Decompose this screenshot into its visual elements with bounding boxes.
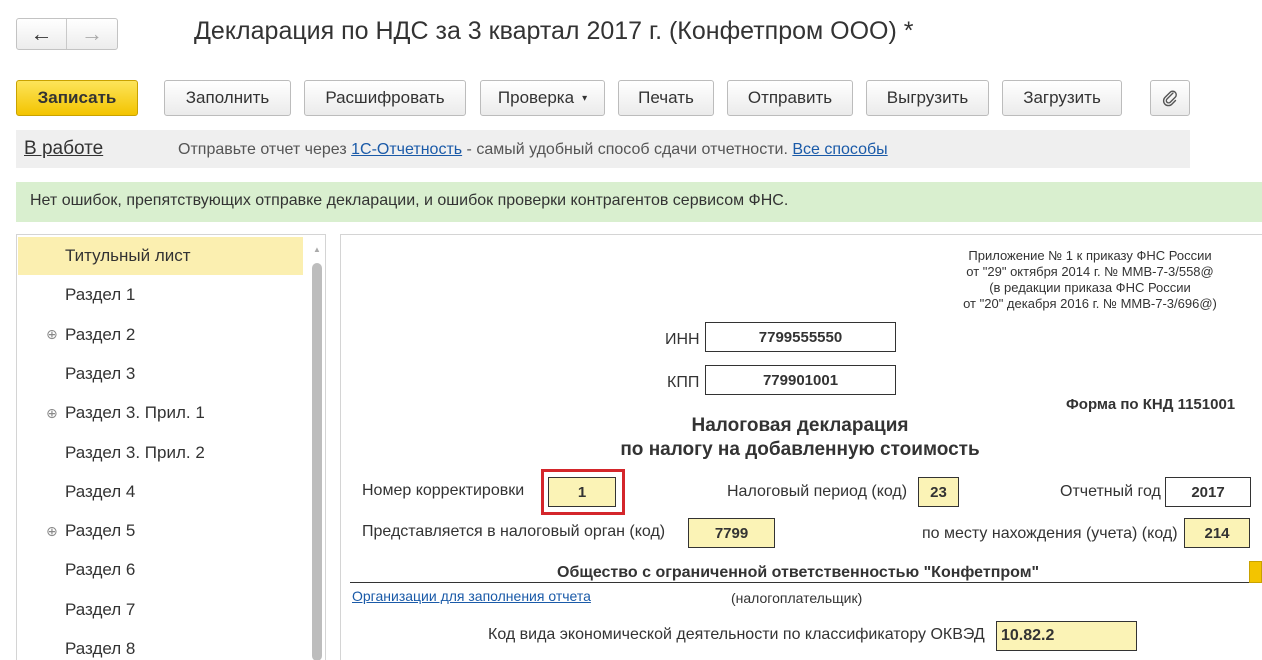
back-arrow-icon[interactable]: ← — [17, 19, 67, 49]
section-item[interactable]: ⊕ Раздел 5 — [18, 512, 303, 550]
attach-button[interactable] — [1150, 80, 1190, 116]
organizations-link[interactable]: Организации для заполнения отчета — [352, 588, 591, 604]
field-marker — [1249, 561, 1262, 583]
okved-label: Код вида экономической деятельности по к… — [488, 626, 985, 643]
section-item-label: Раздел 3. Прил. 1 — [65, 403, 205, 423]
expand-plus-icon[interactable]: ⊕ — [46, 405, 58, 422]
info-message: Нет ошибок, препятствующих отправке декл… — [30, 192, 789, 209]
save-button[interactable]: Записать — [16, 80, 138, 116]
tax-authority-label: Представляется в налоговый орган (код) — [362, 523, 666, 540]
scroll-up-icon[interactable]: ▲ — [313, 245, 321, 254]
section-item[interactable]: Раздел 3. Прил. 2 — [18, 434, 303, 472]
section-item-label: Раздел 2 — [65, 324, 136, 344]
taxpayer-label: (налогоплательщик) — [731, 590, 863, 606]
inn-label: ИНН — [665, 331, 700, 348]
org-name-underline — [350, 582, 1250, 583]
section-item[interactable]: ⊕ Раздел 2 — [18, 316, 303, 354]
export-button[interactable]: Выгрузить — [866, 80, 989, 116]
kpp-field[interactable]: 779901001 — [705, 365, 896, 395]
status-message-prefix: Отправьте отчет через — [178, 141, 352, 158]
section-item-label: Раздел 4 — [65, 481, 136, 501]
form-knd-code: Форма по КНД 1151001 — [1066, 396, 1236, 413]
all-methods-link[interactable]: Все способы — [792, 141, 887, 158]
check-button-label: Проверка — [497, 88, 575, 107]
correction-field[interactable]: 1 — [548, 477, 616, 507]
inn-field[interactable]: 7799555550 — [705, 322, 896, 352]
section-item[interactable]: Раздел 7 — [18, 591, 303, 629]
section-item[interactable]: Раздел 6 — [18, 551, 303, 589]
service-link[interactable]: 1С-Отчетность — [351, 141, 462, 158]
tax-period-field[interactable]: 23 — [918, 477, 959, 507]
forward-arrow-icon[interactable]: → — [67, 19, 117, 49]
sections-list: Титульный лист Раздел 1 ⊕ Раздел 2 Раздел 3 ⊕… — [16, 234, 326, 660]
location-code-field[interactable]: 214 — [1184, 518, 1250, 548]
section-item[interactable]: ⊕ Раздел 3. Прил. 1 — [18, 394, 303, 432]
appendix-line: (в редакции приказа ФНС России — [989, 280, 1191, 295]
expand-plus-icon[interactable]: ⊕ — [46, 523, 58, 540]
section-item-label: Раздел 6 — [65, 560, 136, 580]
appendix-note: Приложение № 1 к приказу ФНС России от "… — [925, 248, 1255, 312]
tax-period-label: Налоговый период (код) — [727, 483, 908, 500]
section-item-label: Титульный лист — [65, 246, 191, 265]
okved-field[interactable]: 10.82.2 — [996, 621, 1137, 651]
appendix-line: от "20" декабря 2016 г. № ММВ-7-3/696@) — [963, 296, 1217, 311]
scrollbar-thumb[interactable] — [312, 263, 322, 660]
appendix-line: от "29" октября 2014 г. № ММВ-7-3/558@ — [966, 264, 1214, 279]
section-item[interactable]: Раздел 3 — [18, 355, 303, 393]
report-year-field[interactable]: 2017 — [1165, 477, 1251, 507]
status-state-link[interactable]: В работе — [24, 138, 103, 160]
appendix-line: Приложение № 1 к приказу ФНС России — [968, 248, 1212, 263]
import-button[interactable]: Загрузить — [1002, 80, 1122, 116]
section-item-label: Раздел 8 — [65, 639, 136, 658]
paperclip-icon — [1162, 90, 1177, 107]
expand-plus-icon[interactable]: ⊕ — [46, 326, 58, 343]
section-item-label: Раздел 7 — [65, 599, 136, 619]
decode-button[interactable]: Расшифровать — [304, 80, 466, 116]
status-message-suffix: - самый удобный способ сдачи отчетности. — [462, 141, 793, 158]
form-heading-line2: по налогу на добавленную стоимость — [620, 439, 980, 460]
form-heading-line1: Налоговая декларация — [691, 415, 909, 436]
section-item[interactable]: Раздел 8 — [18, 630, 303, 660]
navigation-buttons: ← → — [16, 18, 118, 50]
section-item-label: Раздел 5 — [65, 521, 136, 541]
form-heading: Налоговая декларация по налогу на добавл… — [560, 414, 1040, 462]
section-item[interactable]: Раздел 4 — [18, 473, 303, 511]
fill-button[interactable]: Заполнить — [164, 80, 291, 116]
check-dropdown-button[interactable]: Проверка ▾ — [480, 80, 605, 116]
page-title: Декларация по НДС за 3 квартал 2017 г. (… — [194, 17, 914, 45]
section-item-label: Раздел 1 — [65, 285, 136, 305]
location-code-label: по месту нахождения (учета) (код) — [922, 525, 1178, 542]
organization-name: Общество с ограниченной ответственностью… — [557, 564, 1040, 581]
kpp-label: КПП — [667, 374, 700, 391]
send-button[interactable]: Отправить — [727, 80, 853, 116]
tax-authority-field[interactable]: 7799 — [688, 518, 775, 548]
chevron-down-icon: ▾ — [582, 92, 588, 104]
section-item[interactable]: Раздел 1 — [18, 276, 303, 314]
section-item-label: Раздел 3 — [65, 363, 136, 383]
section-item[interactable]: Титульный лист — [18, 237, 303, 275]
section-item-label: Раздел 3. Прил. 2 — [65, 442, 205, 462]
print-button[interactable]: Печать — [618, 80, 714, 116]
status-message: Отправьте отчет через 1С-Отчетность - са… — [178, 141, 888, 159]
report-year-label: Отчетный год — [1060, 483, 1161, 500]
correction-label: Номер корректировки — [362, 482, 525, 499]
